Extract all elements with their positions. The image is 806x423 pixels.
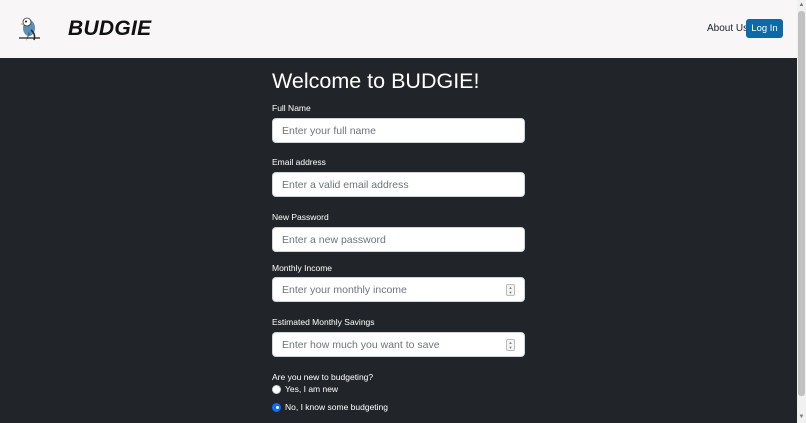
income-input[interactable] bbox=[272, 277, 525, 302]
budgeting-question: Are you new to budgeting? bbox=[272, 372, 374, 382]
login-button[interactable]: Log In bbox=[746, 19, 783, 38]
radio-experienced-label[interactable]: No, I know some budgeting bbox=[285, 402, 388, 412]
savings-input[interactable] bbox=[272, 332, 525, 357]
about-us-link[interactable]: About Us bbox=[707, 23, 748, 34]
page-title: Welcome to BUDGIE! bbox=[272, 69, 480, 93]
full-name-input[interactable] bbox=[272, 118, 525, 143]
navbar: BUDGIE About Us Log In bbox=[0, 0, 797, 58]
radio-experienced[interactable] bbox=[272, 402, 281, 412]
radio-new-label[interactable]: Yes, I am new bbox=[285, 384, 338, 394]
password-input[interactable] bbox=[272, 227, 525, 252]
radio-new[interactable] bbox=[272, 384, 281, 394]
email-label: Email address bbox=[272, 157, 326, 167]
savings-spinner-icon[interactable]: ▲ ▼ bbox=[506, 339, 515, 351]
scrollbar-thumb[interactable] bbox=[798, 11, 805, 396]
radio-option-experienced[interactable]: No, I know some budgeting bbox=[272, 402, 388, 412]
scroll-up-icon[interactable]: ▲ bbox=[797, 0, 806, 10]
income-spinner-icon[interactable]: ▲ ▼ bbox=[506, 284, 515, 296]
savings-label: Estimated Monthly Savings bbox=[272, 317, 375, 327]
email-input[interactable] bbox=[272, 172, 525, 197]
password-label: New Password bbox=[272, 212, 329, 222]
radio-option-new[interactable]: Yes, I am new bbox=[272, 384, 338, 394]
brand-name[interactable]: BUDGIE bbox=[68, 17, 151, 41]
income-label: Monthly Income bbox=[272, 263, 332, 273]
budgie-logo-icon[interactable] bbox=[16, 16, 42, 44]
scroll-down-icon[interactable]: ▼ bbox=[797, 412, 806, 422]
full-name-label: Full Name bbox=[272, 103, 311, 113]
scrollbar[interactable]: ▲ ▼ bbox=[797, 0, 806, 423]
